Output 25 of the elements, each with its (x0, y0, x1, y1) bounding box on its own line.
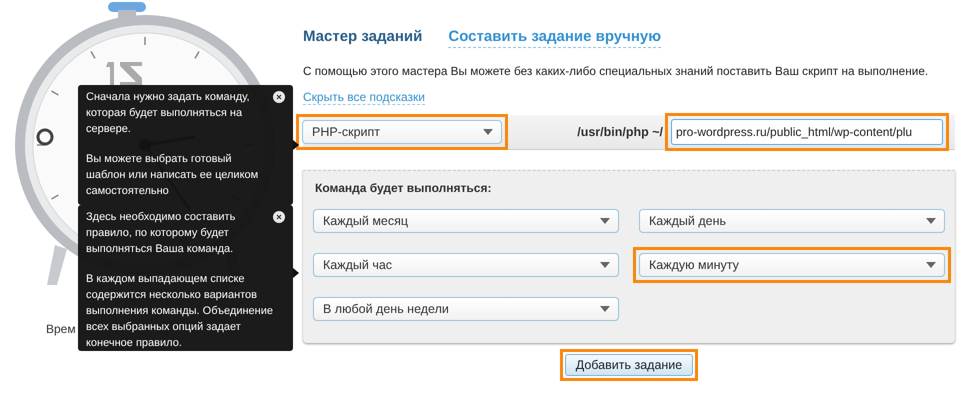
caret-icon (926, 218, 936, 224)
schedule-select[interactable]: Каждый час (313, 253, 619, 277)
schedule-select[interactable]: Каждую минуту (639, 253, 945, 277)
script-type-select[interactable]: PHP-скрипт (302, 120, 502, 144)
caret-icon (483, 129, 493, 135)
close-icon[interactable] (273, 91, 285, 103)
hint-text: В каждом выпадающем списке содержится несколько вариантов выполнения команды. Объединение всех выбранных опций задает конечное правило. (86, 272, 273, 351)
script-path-field[interactable]: pro-wordpress.ru/public_html/wp-content/plu (671, 119, 943, 145)
hint-text: Вы можете выбрать готовый шаблон или написать ее целиком самостоятельно (86, 152, 260, 199)
caret-icon (926, 262, 936, 268)
caret-icon (600, 306, 610, 312)
close-icon[interactable] (273, 211, 285, 223)
schedule-heading: Команда будет выполняться: (315, 181, 492, 195)
description-text: С помощью этого мастера Вы можете без каких-либо специальных знаний поставить Ваш скрипт на выполнение. (303, 64, 930, 78)
caret-icon (600, 262, 610, 268)
schedule-select[interactable]: Каждый месяц (313, 209, 619, 233)
add-task-button[interactable]: Добавить задание (564, 354, 694, 376)
caret-icon (600, 218, 610, 224)
tab[interactable]: Мастер заданий (303, 28, 422, 48)
hint-text: Здесь необходимо составить правило, по которому будет выполняться Ваша команда. (86, 210, 236, 257)
schedule-select[interactable]: Каждый день (639, 209, 945, 233)
path-prefix: /usr/bin/php ~/ (577, 125, 663, 139)
server-time-label: Врем (46, 322, 76, 336)
schedule-select[interactable]: В любой день недели (313, 297, 619, 321)
hint-text: Сначала нужно задать команду, которая будет выполняться на сервере. (86, 90, 251, 137)
